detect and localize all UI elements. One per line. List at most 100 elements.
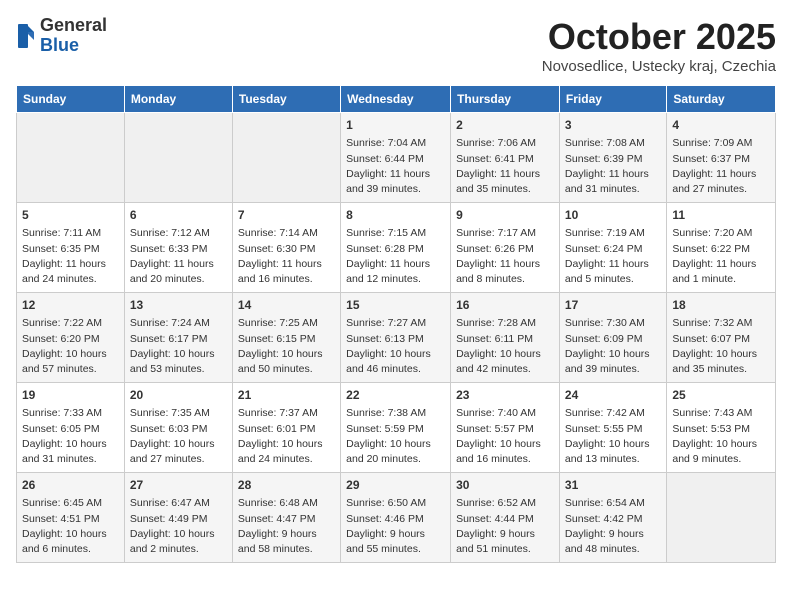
calendar-cell <box>232 113 340 203</box>
day-info: Sunrise: 7:42 AM Sunset: 5:55 PM Dayligh… <box>565 406 661 467</box>
logo-blue: Blue <box>40 36 107 56</box>
calendar-cell: 6Sunrise: 7:12 AM Sunset: 6:33 PM Daylig… <box>124 203 232 293</box>
day-info: Sunrise: 6:45 AM Sunset: 4:51 PM Dayligh… <box>22 496 119 557</box>
logo-general: General <box>40 16 107 36</box>
calendar-cell: 17Sunrise: 7:30 AM Sunset: 6:09 PM Dayli… <box>559 293 666 383</box>
day-number: 19 <box>22 387 119 404</box>
day-info: Sunrise: 7:09 AM Sunset: 6:37 PM Dayligh… <box>672 136 770 197</box>
month-title: October 2025 <box>542 16 776 58</box>
calendar-cell: 3Sunrise: 7:08 AM Sunset: 6:39 PM Daylig… <box>559 113 666 203</box>
day-number: 1 <box>346 117 445 134</box>
day-info: Sunrise: 7:38 AM Sunset: 5:59 PM Dayligh… <box>346 406 445 467</box>
calendar-cell: 12 Sunrise: 7:22 AM Sunset: 6:20 PM Dayli… <box>17 293 125 383</box>
calendar-cell: 8 Sunrise: 7:15 AM Sunset: 6:28 PM Daylig… <box>341 203 451 293</box>
day-number: 9 <box>456 207 554 224</box>
day-info: Sunrise: 7:04 AM Sunset: 6:44 PM Dayligh… <box>346 136 445 197</box>
day-info: Sunrise: 6:47 AM Sunset: 4:49 PM Dayligh… <box>130 496 227 557</box>
calendar-cell: 10Sunrise: 7:19 AM Sunset: 6:24 PM Dayli… <box>559 203 666 293</box>
day-info: Sunrise: 7:43 AM Sunset: 5:53 PM Dayligh… <box>672 406 770 467</box>
calendar-cell <box>667 473 776 563</box>
day-number: 26 <box>22 477 119 494</box>
calendar-week-3: 12 Sunrise: 7:22 AM Sunset: 6:20 PM Dayli… <box>17 293 776 383</box>
calendar-cell: 2Sunrise: 7:06 AM Sunset: 6:41 PM Daylig… <box>451 113 560 203</box>
day-number: 31 <box>565 477 661 494</box>
day-number: 2 <box>456 117 554 134</box>
calendar-cell: 19Sunrise: 7:33 AM Sunset: 6:05 PM Dayli… <box>17 383 125 473</box>
day-number: 8 <box>346 207 445 224</box>
calendar-cell: 23 Sunrise: 7:40 AM Sunset: 5:57 PM Dayli… <box>451 383 560 473</box>
calendar-cell: 7 Sunrise: 7:14 AM Sunset: 6:30 PM Daylig… <box>232 203 340 293</box>
day-number: 12 <box>22 297 119 314</box>
day-info: Sunrise: 7:17 AM Sunset: 6:26 PM Dayligh… <box>456 226 554 287</box>
day-number: 25 <box>672 387 770 404</box>
calendar-week-5: 26 Sunrise: 6:45 AM Sunset: 4:51 PM Dayli… <box>17 473 776 563</box>
day-info: Sunrise: 7:22 AM Sunset: 6:20 PM Dayligh… <box>22 316 119 377</box>
logo: General Blue <box>16 16 107 56</box>
calendar-cell: 14 Sunrise: 7:25 AM Sunset: 6:15 PM Dayli… <box>232 293 340 383</box>
day-number: 16 <box>456 297 554 314</box>
calendar-cell: 9 Sunrise: 7:17 AM Sunset: 6:26 PM Daylig… <box>451 203 560 293</box>
calendar-table: SundayMondayTuesdayWednesdayThursdayFrid… <box>16 85 776 563</box>
day-info: Sunrise: 7:27 AM Sunset: 6:13 PM Dayligh… <box>346 316 445 377</box>
day-info: Sunrise: 7:32 AM Sunset: 6:07 PM Dayligh… <box>672 316 770 377</box>
location: Novosedlice, Ustecky kraj, Czechia <box>542 58 776 75</box>
day-info: Sunrise: 6:54 AM Sunset: 4:42 PM Dayligh… <box>565 496 661 557</box>
calendar-cell: 11Sunrise: 7:20 AM Sunset: 6:22 PM Dayli… <box>667 203 776 293</box>
calendar-cell: 18 Sunrise: 7:32 AM Sunset: 6:07 PM Dayli… <box>667 293 776 383</box>
calendar-cell: 24 Sunrise: 7:42 AM Sunset: 5:55 PM Dayli… <box>559 383 666 473</box>
calendar-cell: 15 Sunrise: 7:27 AM Sunset: 6:13 PM Dayli… <box>341 293 451 383</box>
calendar-cell: 29Sunrise: 6:50 AM Sunset: 4:46 PM Dayli… <box>341 473 451 563</box>
day-info: Sunrise: 7:19 AM Sunset: 6:24 PM Dayligh… <box>565 226 661 287</box>
calendar-cell: 22 Sunrise: 7:38 AM Sunset: 5:59 PM Dayli… <box>341 383 451 473</box>
calendar-cell <box>17 113 125 203</box>
day-info: Sunrise: 7:30 AM Sunset: 6:09 PM Dayligh… <box>565 316 661 377</box>
day-number: 15 <box>346 297 445 314</box>
day-number: 22 <box>346 387 445 404</box>
day-info: Sunrise: 7:37 AM Sunset: 6:01 PM Dayligh… <box>238 406 335 467</box>
day-number: 3 <box>565 117 661 134</box>
calendar-week-4: 19Sunrise: 7:33 AM Sunset: 6:05 PM Dayli… <box>17 383 776 473</box>
day-number: 18 <box>672 297 770 314</box>
weekday-header-monday: Monday <box>124 86 232 113</box>
logo-icon <box>16 22 36 50</box>
calendar-cell: 26 Sunrise: 6:45 AM Sunset: 4:51 PM Dayli… <box>17 473 125 563</box>
calendar-cell <box>124 113 232 203</box>
day-info: Sunrise: 7:35 AM Sunset: 6:03 PM Dayligh… <box>130 406 227 467</box>
calendar-week-1: 1 Sunrise: 7:04 AM Sunset: 6:44 PM Daylig… <box>17 113 776 203</box>
day-number: 21 <box>238 387 335 404</box>
page-header: General Blue October 2025 Novosedlice, U… <box>16 16 776 75</box>
calendar-cell: 5Sunrise: 7:11 AM Sunset: 6:35 PM Daylig… <box>17 203 125 293</box>
day-number: 23 <box>456 387 554 404</box>
day-info: Sunrise: 7:15 AM Sunset: 6:28 PM Dayligh… <box>346 226 445 287</box>
calendar-cell: 27 Sunrise: 6:47 AM Sunset: 4:49 PM Dayli… <box>124 473 232 563</box>
day-number: 13 <box>130 297 227 314</box>
day-info: Sunrise: 7:24 AM Sunset: 6:17 PM Dayligh… <box>130 316 227 377</box>
calendar-cell: 31 Sunrise: 6:54 AM Sunset: 4:42 PM Dayli… <box>559 473 666 563</box>
calendar-cell: 28 Sunrise: 6:48 AM Sunset: 4:47 PM Dayli… <box>232 473 340 563</box>
calendar-cell: 16 Sunrise: 7:28 AM Sunset: 6:11 PM Dayli… <box>451 293 560 383</box>
day-number: 4 <box>672 117 770 134</box>
day-number: 6 <box>130 207 227 224</box>
day-info: Sunrise: 7:25 AM Sunset: 6:15 PM Dayligh… <box>238 316 335 377</box>
day-number: 28 <box>238 477 335 494</box>
calendar-cell: 21 Sunrise: 7:37 AM Sunset: 6:01 PM Dayli… <box>232 383 340 473</box>
day-number: 27 <box>130 477 227 494</box>
calendar-week-2: 5Sunrise: 7:11 AM Sunset: 6:35 PM Daylig… <box>17 203 776 293</box>
calendar-cell: 20 Sunrise: 7:35 AM Sunset: 6:03 PM Dayli… <box>124 383 232 473</box>
day-info: Sunrise: 7:28 AM Sunset: 6:11 PM Dayligh… <box>456 316 554 377</box>
day-number: 14 <box>238 297 335 314</box>
weekday-header-tuesday: Tuesday <box>232 86 340 113</box>
day-number: 24 <box>565 387 661 404</box>
day-info: Sunrise: 6:48 AM Sunset: 4:47 PM Dayligh… <box>238 496 335 557</box>
day-info: Sunrise: 7:40 AM Sunset: 5:57 PM Dayligh… <box>456 406 554 467</box>
day-number: 20 <box>130 387 227 404</box>
day-info: Sunrise: 7:14 AM Sunset: 6:30 PM Dayligh… <box>238 226 335 287</box>
logo-text: General Blue <box>40 16 107 56</box>
title-block: October 2025 Novosedlice, Ustecky kraj, … <box>542 16 776 75</box>
day-info: Sunrise: 7:20 AM Sunset: 6:22 PM Dayligh… <box>672 226 770 287</box>
day-info: Sunrise: 6:52 AM Sunset: 4:44 PM Dayligh… <box>456 496 554 557</box>
day-number: 7 <box>238 207 335 224</box>
calendar-cell: 1 Sunrise: 7:04 AM Sunset: 6:44 PM Daylig… <box>341 113 451 203</box>
weekday-header-sunday: Sunday <box>17 86 125 113</box>
weekday-header-friday: Friday <box>559 86 666 113</box>
